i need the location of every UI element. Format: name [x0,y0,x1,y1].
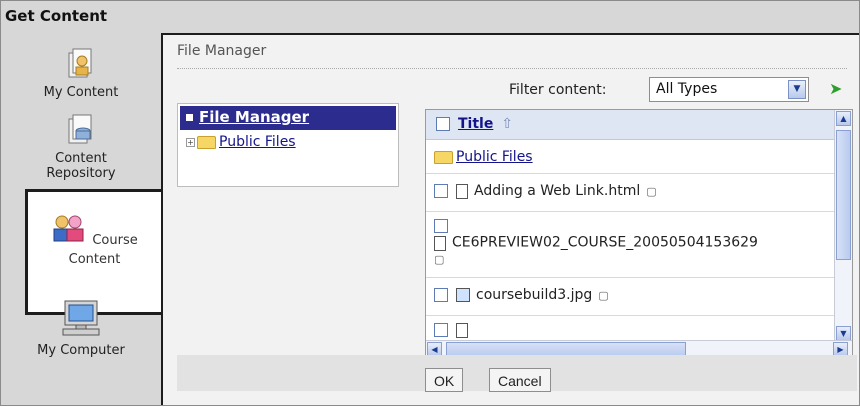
my-content-icon [66,47,96,85]
tree-item-public-files[interactable]: + Public Files [186,134,296,150]
window-title: Get Content [1,1,859,33]
sort-icon[interactable]: ⇧ [501,116,513,132]
left-navigation: My Content Content Repository Course Con… [1,33,161,407]
edit-icon[interactable]: ▢ [598,289,608,302]
expand-icon[interactable]: + [186,137,195,147]
list-item-partial[interactable] [426,316,834,340]
row-checkbox[interactable] [434,184,448,198]
tree-root-label: File Manager [199,108,310,126]
image-icon [456,288,470,302]
tree-item-label: Public Files [219,134,296,150]
filter-content-select[interactable]: All Types ▼ [649,77,809,102]
list-item-name[interactable]: coursebuild3.jpg [476,287,592,303]
select-all-checkbox[interactable] [436,117,450,131]
main-panel: File Manager Filter content: All Types ▼… [161,33,859,405]
list-item-name[interactable]: Public Files [456,149,533,165]
row-checkbox[interactable] [434,219,448,233]
folder-icon [197,135,216,149]
document-icon [434,236,446,251]
file-list: Title ⇧ Public Files Adding a Web Link.h… [425,109,853,359]
list-item[interactable]: CE6PREVIEW02_COURSE_200505041536​29 ▢ [426,212,834,278]
get-content-window: Get Content My Content Content Repositor… [0,0,860,406]
list-item-name[interactable]: CE6PREVIEW02_COURSE_200505041536​29 [452,235,758,251]
edit-icon[interactable]: ▢ [646,185,656,198]
nav-item-course-content[interactable]: Course Content [25,189,161,315]
title-column-header[interactable]: Title [458,116,493,132]
ok-button[interactable]: OK [425,368,464,392]
content-repository-icon [66,113,96,151]
document-icon [456,322,468,338]
filter-selected-value: All Types [656,81,718,97]
row-checkbox[interactable] [434,323,448,337]
vertical-scroll-thumb[interactable] [836,130,851,260]
nav-item-label: My Content [43,85,119,100]
nav-item-content-repository[interactable]: Content Repository [1,113,161,181]
scroll-up-icon[interactable]: ▲ [836,111,851,126]
document-icon [456,183,468,199]
my-computer-icon [61,299,101,343]
list-item[interactable]: Adding a Web Link.html ▢ [426,174,834,212]
tree-root-file-manager[interactable]: File Manager [180,106,396,130]
folder-icon [434,150,453,164]
list-header: Title ⇧ [426,110,834,140]
go-arrow-icon[interactable]: ➤ [829,79,842,98]
file-manager-heading: File Manager [177,43,847,69]
edit-icon[interactable]: ▢ [434,253,444,266]
cancel-button[interactable]: Cancel [489,368,551,392]
folder-tree: File Manager + Public Files [177,103,399,187]
course-content-icon [51,214,87,248]
nav-item-label: My Computer [37,343,125,358]
vertical-scrollbar[interactable]: ▲ ▼ [834,110,852,342]
chevron-down-icon[interactable]: ▼ [788,80,806,99]
bullet-icon [186,114,193,121]
filter-label: Filter content: [509,82,607,98]
row-checkbox[interactable] [434,288,448,302]
nav-item-my-content[interactable]: My Content [1,47,161,100]
nav-item-my-computer[interactable]: My Computer [1,299,161,358]
list-item[interactable]: Public Files [426,142,834,174]
nav-item-label: Content Repository [46,151,116,181]
list-item[interactable]: coursebuild3.jpg ▢ [426,278,834,316]
scroll-down-icon[interactable]: ▼ [836,326,851,341]
list-item-name[interactable]: Adding a Web Link.html [474,183,640,199]
